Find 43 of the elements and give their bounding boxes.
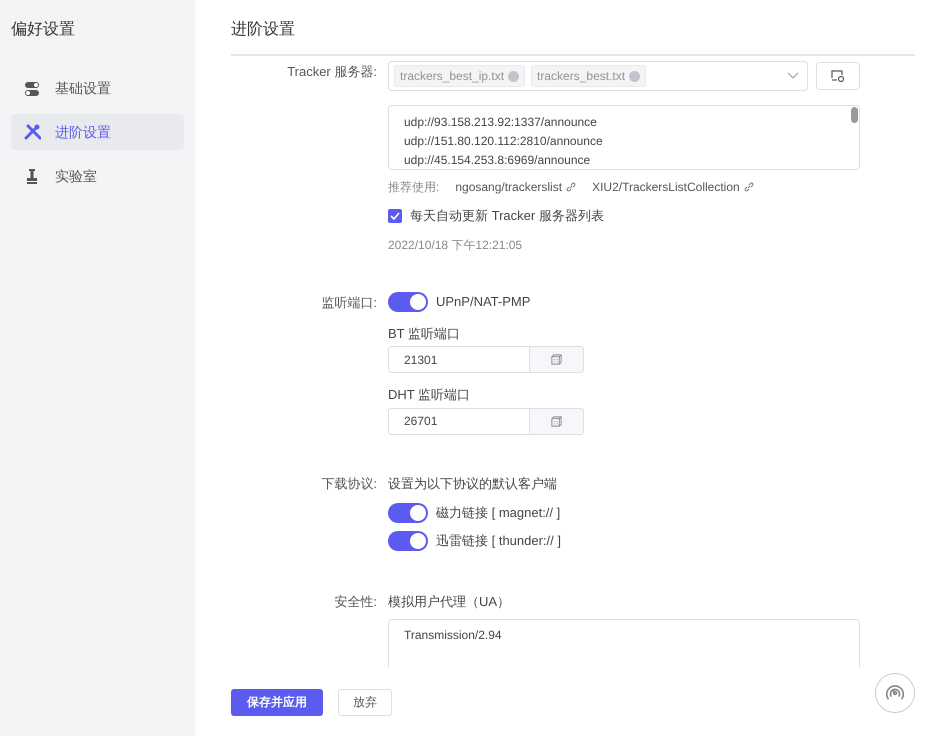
dropdown-caret-icon[interactable] (787, 72, 799, 80)
sidebar-item[interactable]: 实验室 (11, 158, 184, 194)
sidebar-item[interactable]: 基础设置 (11, 70, 184, 106)
field-label: 监听端口: (320, 294, 377, 312)
toggle-label: 迅雷链接 [ thunder:// ] (436, 532, 561, 550)
toggle-switch[interactable] (388, 292, 428, 312)
recommend-label: 推荐使用: (388, 179, 440, 196)
sidebar-item[interactable]: 进阶设置 (11, 114, 184, 150)
cube-icon (550, 353, 563, 366)
field-label: Tracker 服务器: (286, 63, 377, 81)
discard-button[interactable]: 放弃 (338, 688, 392, 716)
field-label: 下载协议: (320, 474, 377, 492)
port-label: DHT 监听端口 (388, 386, 472, 404)
checkbox[interactable] (388, 208, 402, 223)
last-updated-time: 2022/10/18 下午12:21:05 (388, 236, 524, 254)
port-label: BT 监听端口 (388, 324, 461, 342)
toggle-label: 磁力链接 [ magnet:// ] (436, 504, 560, 522)
link-icon (566, 182, 576, 192)
ua-label: 模拟用户代理（UA） (388, 592, 512, 610)
field-label: 安全性: (333, 592, 377, 610)
port-input[interactable]: 26701 (388, 408, 530, 434)
checkbox-label: 每天自动更新 Tracker 服务器列表 (410, 207, 604, 225)
tracker-list-field[interactable]: udp://93.158.213.92:1337/announce udp://151.80.120.112:2810/announce udp://45.154.253.8:6969/announce (389, 106, 859, 169)
tracker-list-link[interactable]: ngosang/trackerslist (455, 178, 562, 196)
sync-button[interactable] (816, 62, 860, 90)
toggle-label: UPnP/NAT-PMP (436, 292, 530, 311)
tracker-list-link[interactable]: XIU2/TrackersListCollection (592, 178, 740, 196)
toggle-switch[interactable] (388, 502, 428, 522)
toggle-switch[interactable] (388, 530, 428, 550)
page-title: 进阶设置 (231, 0, 915, 56)
random-port-button[interactable] (530, 346, 584, 373)
speedometer-button[interactable] (875, 673, 915, 713)
cube-icon (550, 414, 563, 428)
user-agent-field[interactable]: Transmission/2.94 (388, 618, 860, 668)
link-icon (744, 182, 754, 192)
save-button[interactable]: 保存并应用 (231, 688, 323, 716)
app-title: 偏好设置 (11, 20, 76, 40)
scrollbar-thumb[interactable] (851, 107, 858, 123)
random-port-button[interactable] (530, 408, 584, 434)
port-input[interactable]: 21301 (388, 346, 530, 373)
sync-icon (831, 70, 845, 82)
section-description: 设置为以下协议的默认客户端 (388, 474, 558, 492)
toggles-icon (23, 79, 41, 97)
